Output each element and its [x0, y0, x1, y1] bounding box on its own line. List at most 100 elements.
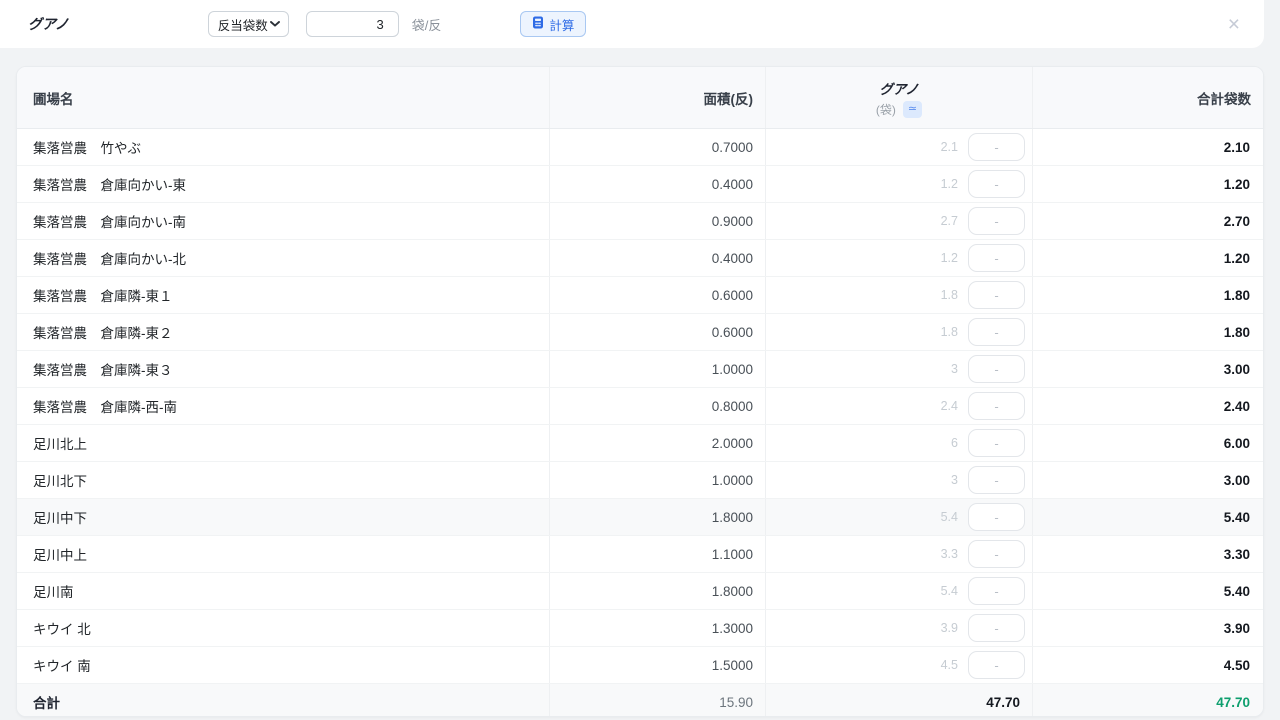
total-bags-cell: 6.00 [1033, 425, 1263, 461]
guano-input[interactable] [968, 133, 1025, 161]
guano-suggested-value: 3.9 [941, 621, 958, 635]
header-guano: グアノ (袋) ≃ [766, 67, 1033, 128]
total-bags-cell: 2.70 [1033, 203, 1263, 239]
calc-mode-select-value: 反当袋数 [218, 15, 268, 34]
field-name-cell: 集落営農 倉庫隣-東１ [17, 277, 550, 313]
guano-input[interactable] [968, 318, 1025, 346]
footer-label: 合計 [17, 684, 550, 717]
total-bags-cell: 5.40 [1033, 573, 1263, 609]
header-field-name: 圃場名 [17, 67, 550, 128]
guano-input[interactable] [968, 540, 1025, 568]
total-bags-cell: 3.30 [1033, 536, 1263, 572]
footer-area-total: 15.90 [550, 684, 766, 717]
guano-cell: 2.7 [766, 203, 1033, 239]
guano-input[interactable] [968, 429, 1025, 457]
guano-input[interactable] [968, 503, 1025, 531]
table-row: 集落営農 倉庫隣-東１ 0.6000 1.8 1.80 [17, 277, 1263, 314]
field-name-cell: キウイ 南 [17, 647, 550, 683]
table-row: 集落営農 倉庫向かい-東 0.4000 1.2 1.20 [17, 166, 1263, 203]
field-name-cell: 集落営農 竹やぶ [17, 129, 550, 165]
unit-label: 袋/反 [412, 15, 442, 34]
guano-input[interactable] [968, 614, 1025, 642]
guano-cell: 3 [766, 462, 1033, 498]
guano-cell: 5.4 [766, 499, 1033, 535]
area-cell: 0.6000 [550, 314, 766, 350]
table-header-row: 圃場名 面積(反) グアノ (袋) ≃ 合計袋数 [17, 67, 1263, 129]
table-row: 集落営農 倉庫隣-西-南 0.8000 2.4 2.40 [17, 388, 1263, 425]
guano-cell: 1.2 [766, 166, 1033, 202]
total-bags-cell: 4.50 [1033, 647, 1263, 683]
table-row: 足川中上 1.1000 3.3 3.30 [17, 536, 1263, 573]
guano-suggested-value: 1.2 [941, 251, 958, 265]
guano-suggested-value: 3 [951, 362, 958, 376]
guano-input[interactable] [968, 207, 1025, 235]
close-icon[interactable]: × [1228, 14, 1240, 35]
header-total-bags: 合計袋数 [1033, 67, 1263, 128]
guano-cell: 3.3 [766, 536, 1033, 572]
area-cell: 1.0000 [550, 462, 766, 498]
total-bags-cell: 1.80 [1033, 314, 1263, 350]
total-bags-cell: 5.40 [1033, 499, 1263, 535]
area-cell: 0.4000 [550, 166, 766, 202]
fields-table-card: 圃場名 面積(反) グアノ (袋) ≃ 合計袋数 集落営農 竹やぶ 0.7000… [16, 66, 1264, 717]
guano-input[interactable] [968, 651, 1025, 679]
guano-cell: 3.9 [766, 610, 1033, 646]
field-name-cell: 集落営農 倉庫向かい-北 [17, 240, 550, 276]
field-name-cell: キウイ 北 [17, 610, 550, 646]
guano-input[interactable] [968, 355, 1025, 383]
area-cell: 1.1000 [550, 536, 766, 572]
calc-button[interactable]: 計算 [520, 11, 586, 37]
area-cell: 1.5000 [550, 647, 766, 683]
guano-cell: 3 [766, 351, 1033, 387]
area-cell: 1.3000 [550, 610, 766, 646]
table-row: キウイ 南 1.5000 4.5 4.50 [17, 647, 1263, 684]
field-name-cell: 集落営農 倉庫向かい-東 [17, 166, 550, 202]
guano-input[interactable] [968, 244, 1025, 272]
table-row: 集落営農 竹やぶ 0.7000 2.1 2.10 [17, 129, 1263, 166]
total-bags-cell: 1.20 [1033, 166, 1263, 202]
table-row: 足川北上 2.0000 6 6.00 [17, 425, 1263, 462]
guano-suggested-value: 5.4 [941, 584, 958, 598]
guano-cell: 6 [766, 425, 1033, 461]
table-body: 集落営農 竹やぶ 0.7000 2.1 2.10 集落営農 倉庫向かい-東 0.… [17, 129, 1263, 684]
area-cell: 1.8000 [550, 499, 766, 535]
guano-suggested-value: 3 [951, 473, 958, 487]
area-cell: 0.9000 [550, 203, 766, 239]
footer-guano-total: 47.70 [766, 684, 1033, 717]
guano-suggested-value: 2.7 [941, 214, 958, 228]
calc-toolbar: グアノ 反当袋数 袋/反 計算 × [0, 0, 1264, 48]
chevron-down-icon [270, 21, 280, 27]
guano-cell: 1.8 [766, 314, 1033, 350]
guano-input[interactable] [968, 466, 1025, 494]
guano-input[interactable] [968, 281, 1025, 309]
guano-suggested-value: 2.1 [941, 140, 958, 154]
guano-input[interactable] [968, 392, 1025, 420]
total-bags-cell: 2.40 [1033, 388, 1263, 424]
table-row: 集落営農 倉庫向かい-北 0.4000 1.2 1.20 [17, 240, 1263, 277]
guano-cell: 2.4 [766, 388, 1033, 424]
rate-input[interactable] [306, 11, 399, 37]
approx-badge[interactable]: ≃ [903, 101, 922, 118]
area-cell: 1.0000 [550, 351, 766, 387]
field-name-cell: 足川南 [17, 573, 550, 609]
guano-suggested-value: 1.2 [941, 177, 958, 191]
field-name-cell: 足川中上 [17, 536, 550, 572]
field-name-cell: 集落営農 倉庫隣-西-南 [17, 388, 550, 424]
table-row: 足川中下 1.8000 5.4 5.40 [17, 499, 1263, 536]
product-title: グアノ [28, 14, 69, 34]
guano-suggested-value: 5.4 [941, 510, 958, 524]
guano-input[interactable] [968, 577, 1025, 605]
table-row: 足川北下 1.0000 3 3.00 [17, 462, 1263, 499]
field-name-cell: 集落営農 倉庫隣-東２ [17, 314, 550, 350]
total-bags-cell: 1.80 [1033, 277, 1263, 313]
guano-suggested-value: 2.4 [941, 399, 958, 413]
area-cell: 0.7000 [550, 129, 766, 165]
field-name-cell: 足川中下 [17, 499, 550, 535]
area-cell: 0.8000 [550, 388, 766, 424]
calc-mode-select[interactable]: 反当袋数 [208, 11, 289, 37]
total-bags-cell: 3.00 [1033, 351, 1263, 387]
table-row: 集落営農 倉庫隣-東３ 1.0000 3 3.00 [17, 351, 1263, 388]
area-cell: 2.0000 [550, 425, 766, 461]
total-bags-cell: 3.90 [1033, 610, 1263, 646]
guano-input[interactable] [968, 170, 1025, 198]
